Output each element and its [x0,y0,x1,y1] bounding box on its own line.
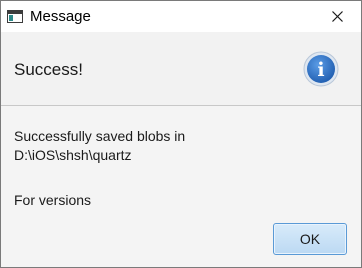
ok-button[interactable]: OK [273,223,347,255]
info-icon: i [303,51,339,87]
title-bar[interactable]: Message [1,1,361,32]
close-button[interactable] [315,1,361,32]
message-path: D:\iOS\shsh\quartz [14,147,132,163]
info-icon-glyph: i [317,59,324,81]
message-line: For versions [14,192,92,208]
message-dialog: Message Success! i Successfully saved bl… [0,0,362,268]
dialog-content: Successfully saved blobs in D:\iOS\shsh\… [1,106,361,267]
window-title: Message [30,8,91,25]
message-line: Successfully saved blobs in [14,128,186,144]
dialog-header: Success! i [1,32,361,106]
header-text: Success! [14,60,83,79]
close-icon [332,11,343,22]
window-app-icon [7,10,23,23]
